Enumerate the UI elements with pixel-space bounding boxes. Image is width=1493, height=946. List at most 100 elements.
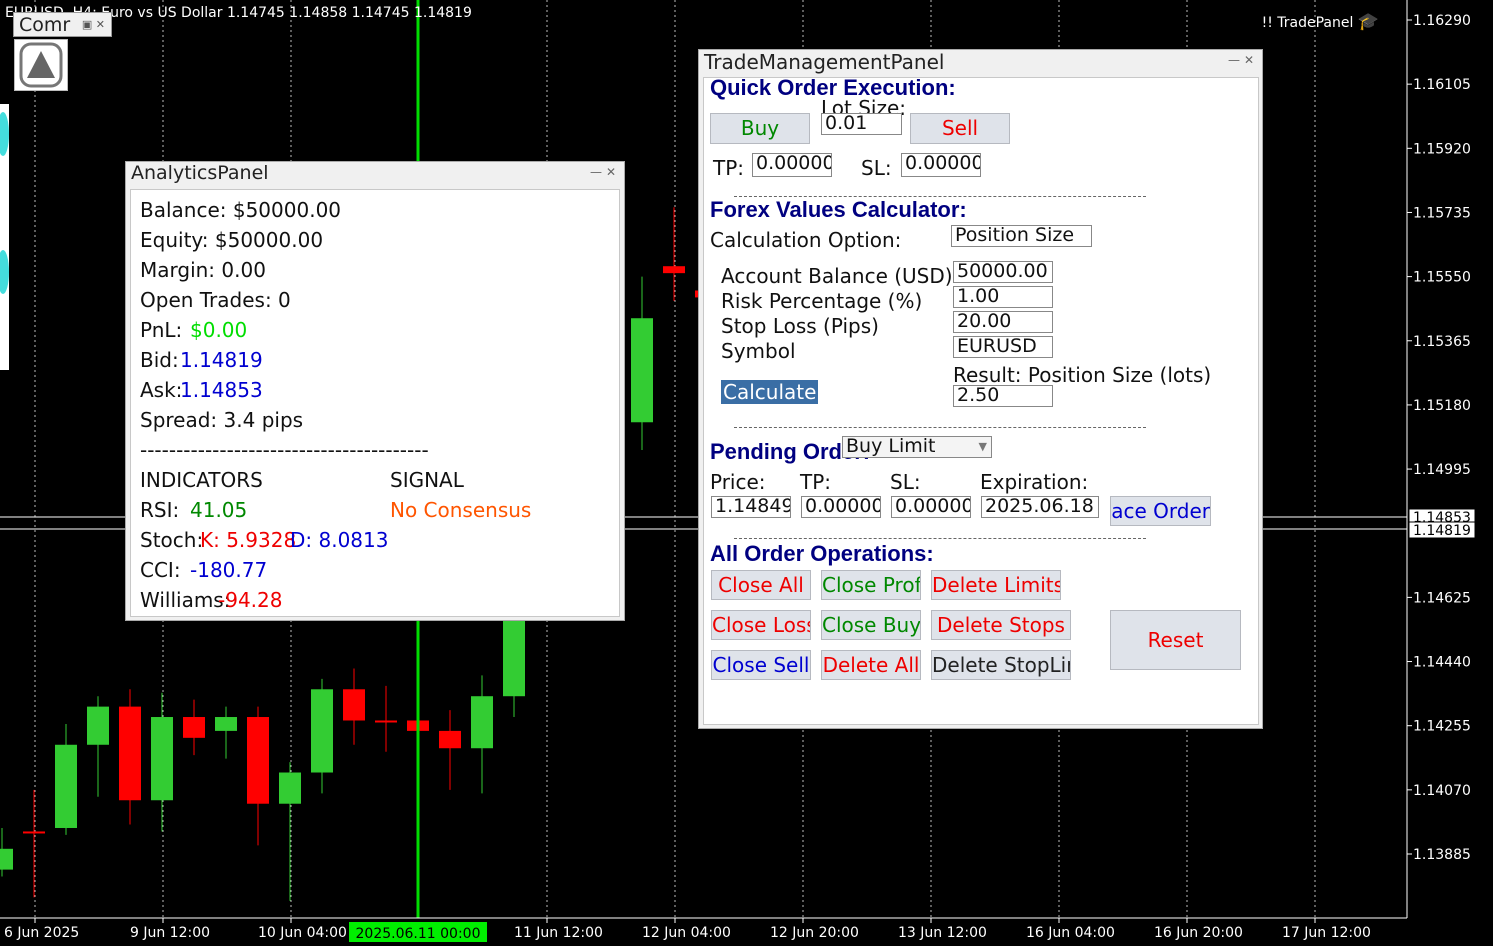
price-label: 1.15180 — [1413, 398, 1471, 414]
minimize-icon[interactable]: — — [590, 165, 606, 179]
williams-value: -94.28 — [218, 588, 283, 612]
calculate-button[interactable]: Calculate — [721, 380, 819, 404]
rsi-label: RSI: — [140, 498, 180, 522]
close-icon[interactable]: ✕ — [606, 165, 620, 179]
price-label: 1.14255 — [1413, 719, 1471, 735]
calculator-header: Forex Values Calculator: — [710, 197, 967, 222]
expiration-input[interactable]: 2025.06.18 — [981, 496, 1099, 518]
section-divider — [734, 538, 1146, 539]
graduation-cap-icon: 🎓 — [1357, 12, 1379, 32]
close-buy-button[interactable]: Close Buy — [821, 610, 921, 640]
candle-body — [279, 772, 301, 804]
chevron-down-icon: ▼ — [978, 440, 987, 453]
minimize-icon[interactable]: — — [1228, 53, 1244, 67]
pnl-label: PnL: — [140, 318, 183, 342]
price-label: 1.14995 — [1413, 462, 1471, 478]
time-label: 11 Jun 12:00 — [514, 925, 603, 941]
pending-price-input[interactable]: 1.14849 — [711, 496, 791, 518]
indicator-label-text: !! TradePanel — [1261, 15, 1354, 31]
signal-header: SIGNAL — [390, 468, 464, 492]
stop-loss-pips-input[interactable]: 20.00 — [953, 311, 1053, 333]
time-label: 12 Jun 20:00 — [770, 925, 859, 941]
time-label: 16 Jun 20:00 — [1154, 925, 1243, 941]
trade-panel-title: TradeManagementPanel — [704, 50, 945, 74]
delete-all-button[interactable]: Delete All — [821, 650, 921, 680]
price-label: 1.13885 — [1413, 847, 1471, 863]
bid-price-tag: 1.14819 — [1408, 521, 1476, 539]
buy-button[interactable]: Buy — [710, 113, 810, 144]
ask-value: 1.14853 — [180, 378, 263, 402]
mini-panel[interactable]: Comr ▣ ✕ — [13, 12, 112, 37]
risk-percentage-input[interactable]: 1.00 — [953, 286, 1053, 308]
expiration-label: Expiration: — [980, 470, 1089, 494]
time-label: 17 Jun 12:00 — [1282, 925, 1371, 941]
candle-body — [87, 706, 109, 745]
trade-panel-controls[interactable]: —✕ — [1228, 53, 1258, 67]
pending-sl-input[interactable]: 0.00000 — [891, 496, 971, 518]
close-icon[interactable]: ✕ — [1244, 53, 1258, 67]
candle-body — [663, 266, 685, 274]
price-label: 1.16290 — [1413, 13, 1471, 29]
indicators-header: INDICATORS — [140, 468, 263, 492]
symbol-input[interactable]: EURUSD — [953, 336, 1053, 358]
restore-close-icon[interactable]: ▣ ✕ — [82, 13, 105, 37]
time-label: 6 Jun 2025 — [4, 925, 79, 941]
candle-body — [343, 689, 365, 721]
tp-input[interactable]: 0.00000 — [752, 153, 832, 177]
result-label: Result: Position Size (lots) — [953, 363, 1212, 387]
spread-text: Spread: 3.4 pips — [140, 408, 304, 432]
sl-label: SL: — [861, 156, 892, 180]
price-label: 1.14070 — [1413, 783, 1471, 799]
close-sell-button[interactable]: Close Sell — [711, 650, 811, 680]
risk-percentage-label: Risk Percentage (%) — [721, 289, 923, 313]
close-profit-button[interactable]: Close Profit — [821, 570, 921, 600]
result-output: 2.50 — [953, 385, 1053, 407]
time-label: 10 Jun 04:00 — [258, 925, 347, 941]
price-label: Price: — [710, 470, 766, 494]
bid-value: 1.14819 — [180, 348, 263, 372]
stop-loss-pips-label: Stop Loss (Pips) — [721, 314, 879, 338]
delete-stoplimit-button[interactable]: Delete StopLimit — [931, 650, 1071, 680]
pending-tp-input[interactable]: 0.00000 — [801, 496, 881, 518]
calc-option-label: Calculation Option: — [710, 228, 902, 252]
sl-input[interactable]: 0.00000 — [901, 153, 981, 177]
time-label: 12 Jun 04:00 — [642, 925, 731, 941]
pending-type-dropdown[interactable]: Buy Limit ▼ — [842, 436, 992, 458]
delete-limits-button[interactable]: Delete Limits — [931, 570, 1061, 600]
close-all-button[interactable]: Close All — [711, 570, 811, 600]
candle-body — [55, 744, 77, 828]
candle-body — [471, 696, 493, 749]
price-label: 1.15735 — [1413, 205, 1471, 221]
price-label: 1.15365 — [1413, 334, 1471, 350]
account-balance-input[interactable]: 50000.00 — [953, 261, 1053, 283]
app-logo[interactable] — [14, 39, 68, 91]
williams-label: Williams: — [140, 588, 231, 612]
pending-tp-label: TP: — [800, 470, 832, 494]
candle-body — [215, 717, 237, 731]
pending-type-value: Buy Limit — [846, 436, 936, 457]
analytics-panel-controls[interactable]: —✕ — [590, 165, 620, 179]
open-trades-text: Open Trades: 0 — [140, 288, 291, 312]
lot-size-input[interactable]: 0.01 — [821, 113, 902, 135]
calc-option-dropdown[interactable]: Position Size — [951, 225, 1092, 247]
reset-button[interactable]: Reset — [1110, 610, 1241, 670]
bid-price-text: 1.14819 — [1413, 523, 1471, 539]
time-label: 16 Jun 04:00 — [1026, 925, 1115, 941]
stoch-k-value: K: 5.9328 — [200, 528, 297, 552]
sell-button[interactable]: Sell — [910, 113, 1010, 144]
close-loss-button[interactable]: Close Loss — [711, 610, 811, 640]
candle-body — [23, 831, 45, 834]
triangle-logo-icon — [19, 42, 63, 88]
candle-body — [151, 717, 173, 801]
all-order-ops-header: All Order Operations: — [710, 541, 934, 566]
delete-stops-button[interactable]: Delete Stops — [931, 610, 1071, 640]
trade-management-panel[interactable]: TradeManagementPanel —✕ Quick Order Exec… — [698, 49, 1263, 729]
analytics-panel[interactable]: AnalyticsPanel —✕ Balance: $50000.00 Equ… — [125, 161, 625, 621]
price-label: 1.15920 — [1413, 141, 1471, 157]
place-order-button[interactable]: Place Order — [1110, 496, 1211, 526]
cci-label: CCI: — [140, 558, 181, 582]
stoch-d-value: D: 8.0813 — [290, 528, 389, 552]
analytics-panel-title: AnalyticsPanel — [131, 162, 269, 184]
cursor-time-text: 2025.06.11 00:00 — [356, 926, 481, 942]
bid-label: Bid: — [140, 348, 179, 372]
